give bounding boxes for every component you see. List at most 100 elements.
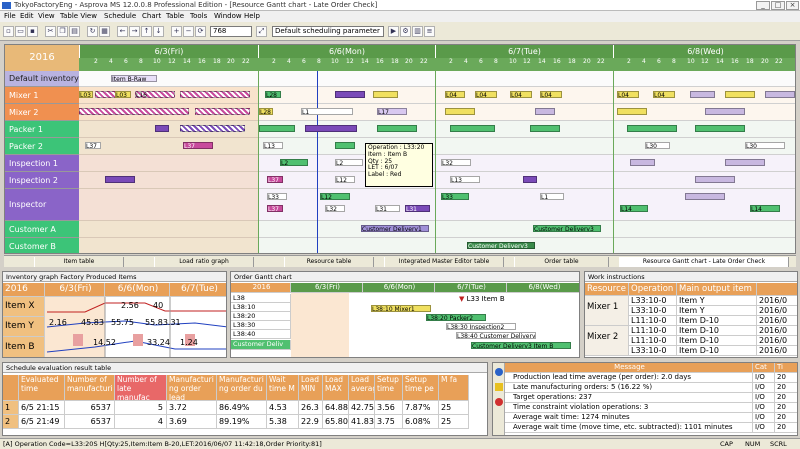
work-op[interactable]: L33:10-0	[629, 346, 677, 356]
operation-bar[interactable]	[685, 193, 725, 200]
operation-bar[interactable]: L12	[335, 176, 355, 183]
resource-packer-1[interactable]: Packer 1	[5, 121, 79, 138]
order-row[interactable]: L38:30	[231, 321, 291, 330]
operation-bar[interactable]: L32	[325, 205, 345, 212]
operation-bar[interactable]: L16	[135, 91, 175, 98]
message-header[interactable]: Message	[505, 363, 753, 373]
info-icon[interactable]	[495, 368, 503, 376]
work-date[interactable]: 2016/0	[757, 326, 797, 336]
order-op-bar[interactable]: L38:20 Packer2	[426, 314, 486, 321]
up-icon[interactable]: ↑	[141, 26, 152, 37]
back-icon[interactable]: ←	[117, 26, 128, 37]
delivery-bar[interactable]: Customer Delivery3	[467, 242, 535, 249]
operation-bar[interactable]	[445, 108, 475, 115]
eval-cell[interactable]: 25	[439, 401, 469, 415]
eval-cell[interactable]: 4	[115, 415, 167, 429]
message-row[interactable]: Time constraint violation operations: 3	[505, 403, 753, 413]
order-row[interactable]: L38:10	[231, 303, 291, 312]
operation-bar[interactable]	[373, 91, 398, 98]
message-header[interactable]: Ti	[775, 363, 797, 373]
operation-bar[interactable]: L1	[540, 193, 564, 200]
work-date[interactable]: 2016/0	[757, 296, 797, 306]
resource-inspector[interactable]: Inspector	[5, 189, 79, 221]
zoom-combo[interactable]: 768	[210, 26, 252, 37]
operation-bar[interactable]: L37	[183, 142, 213, 149]
eval-cell[interactable]: 4.53	[267, 401, 299, 415]
open-icon[interactable]: ▭	[15, 26, 26, 37]
operation-bar[interactable]: L1	[301, 108, 353, 115]
chart-icon[interactable]: ▥	[412, 26, 423, 37]
order-op-bar[interactable]: Customer Delivery3 Item B	[471, 342, 571, 349]
list-icon[interactable]: ≡	[424, 26, 435, 37]
operation-bar[interactable]	[705, 108, 745, 115]
eval-cell[interactable]: 6/5 21:15	[19, 401, 65, 415]
operation-bar[interactable]: L37	[85, 142, 101, 149]
operation-bar[interactable]: L37	[267, 205, 283, 212]
eval-header[interactable]: Load average	[349, 375, 375, 401]
operation-bar[interactable]: L33	[441, 193, 469, 200]
cut-icon[interactable]: ✂	[45, 26, 56, 37]
tab-master-editor[interactable]: Integrated Master Editor table	[384, 257, 504, 267]
operation-bar[interactable]: L04	[445, 91, 465, 98]
eval-header[interactable]: Evaluated time	[19, 375, 65, 401]
operation-bar[interactable]	[690, 91, 715, 98]
operation-bar[interactable]	[195, 108, 250, 115]
down-icon[interactable]: ↓	[153, 26, 164, 37]
menu-table[interactable]: Table	[166, 12, 184, 20]
order-op-bar[interactable]: L38:30 Inspection2	[446, 323, 516, 330]
message-row[interactable]: Target operations: 237	[505, 393, 753, 403]
operation-bar[interactable]: L17	[377, 108, 407, 115]
operation-bar[interactable]: L31	[405, 205, 430, 212]
resource-inspection-2[interactable]: Inspection 2	[5, 172, 79, 189]
operation-bar[interactable]	[180, 125, 245, 132]
eval-cell[interactable]: 3.69	[167, 415, 217, 429]
new-icon[interactable]: ▫	[3, 26, 14, 37]
delivery-bar[interactable]: Customer Delivery1	[361, 225, 429, 232]
eval-header[interactable]: Manufacturi ng order du	[217, 375, 267, 401]
operation-bar[interactable]: L04	[475, 91, 497, 98]
item-bar[interactable]: Item B-Raw	[111, 75, 157, 82]
eval-cell[interactable]: 22.9	[299, 415, 323, 429]
resource-packer-2[interactable]: Packer 2	[5, 138, 79, 155]
menu-table-view[interactable]: Table View	[60, 12, 97, 20]
operation-bar[interactable]: L14	[750, 205, 780, 212]
menu-window[interactable]: Window	[214, 12, 242, 20]
order-op-bar[interactable]: L38:40 Customer Delivery2	[456, 332, 536, 339]
menu-chart[interactable]: Chart	[142, 12, 161, 20]
work-item[interactable]: Item Y	[677, 306, 757, 316]
operation-bar[interactable]: L04	[617, 91, 639, 98]
operation-bar[interactable]: L04	[540, 91, 562, 98]
eval-header[interactable]: Number of manufacturi	[65, 375, 115, 401]
resource-gantt-chart[interactable]: 2016 6/3(Fri) 6/6(Mon) 6/7(Tue) 6/8(Wed)…	[4, 44, 796, 254]
eval-header[interactable]: Load MIN	[299, 375, 323, 401]
eval-header[interactable]: Number of late manufac	[115, 375, 167, 401]
work-op[interactable]: L33:10-0	[629, 296, 677, 306]
refresh-icon[interactable]: ⟳	[195, 26, 206, 37]
save-icon[interactable]: ▪	[27, 26, 38, 37]
work-item[interactable]: Item D-10	[677, 326, 757, 336]
error-icon[interactable]	[495, 398, 503, 406]
eval-cell[interactable]: 86.49%	[217, 401, 267, 415]
eval-cell[interactable]: 6/5 21:49	[19, 415, 65, 429]
menu-view[interactable]: View	[38, 12, 55, 20]
operation-bar[interactable]	[450, 125, 495, 132]
zoom-in-icon[interactable]: +	[171, 26, 182, 37]
operation-bar[interactable]: L37	[267, 176, 283, 183]
maximize-button[interactable]: □	[771, 1, 785, 10]
work-date[interactable]: 2016/0	[757, 306, 797, 316]
eval-header[interactable]: Setup time pe	[403, 375, 439, 401]
order-row[interactable]: L38:20	[231, 312, 291, 321]
order-row[interactable]: L38	[231, 294, 291, 303]
menu-tools[interactable]: Tools	[190, 12, 207, 20]
operation-bar[interactable]: L32	[441, 159, 471, 166]
work-item[interactable]: Item D-10	[677, 316, 757, 326]
operation-bar[interactable]	[105, 176, 135, 183]
tab-resource-table[interactable]: Resource table	[284, 257, 374, 267]
inventory-row-label[interactable]: Item B	[3, 337, 45, 357]
eval-cell[interactable]: 6537	[65, 401, 115, 415]
minimize-button[interactable]: _	[756, 1, 770, 10]
operation-bar[interactable]: L30	[745, 142, 785, 149]
work-op[interactable]: L33:10-0	[629, 306, 677, 316]
operation-bar[interactable]: L14	[620, 205, 648, 212]
operation-bar[interactable]: L28	[265, 91, 281, 98]
